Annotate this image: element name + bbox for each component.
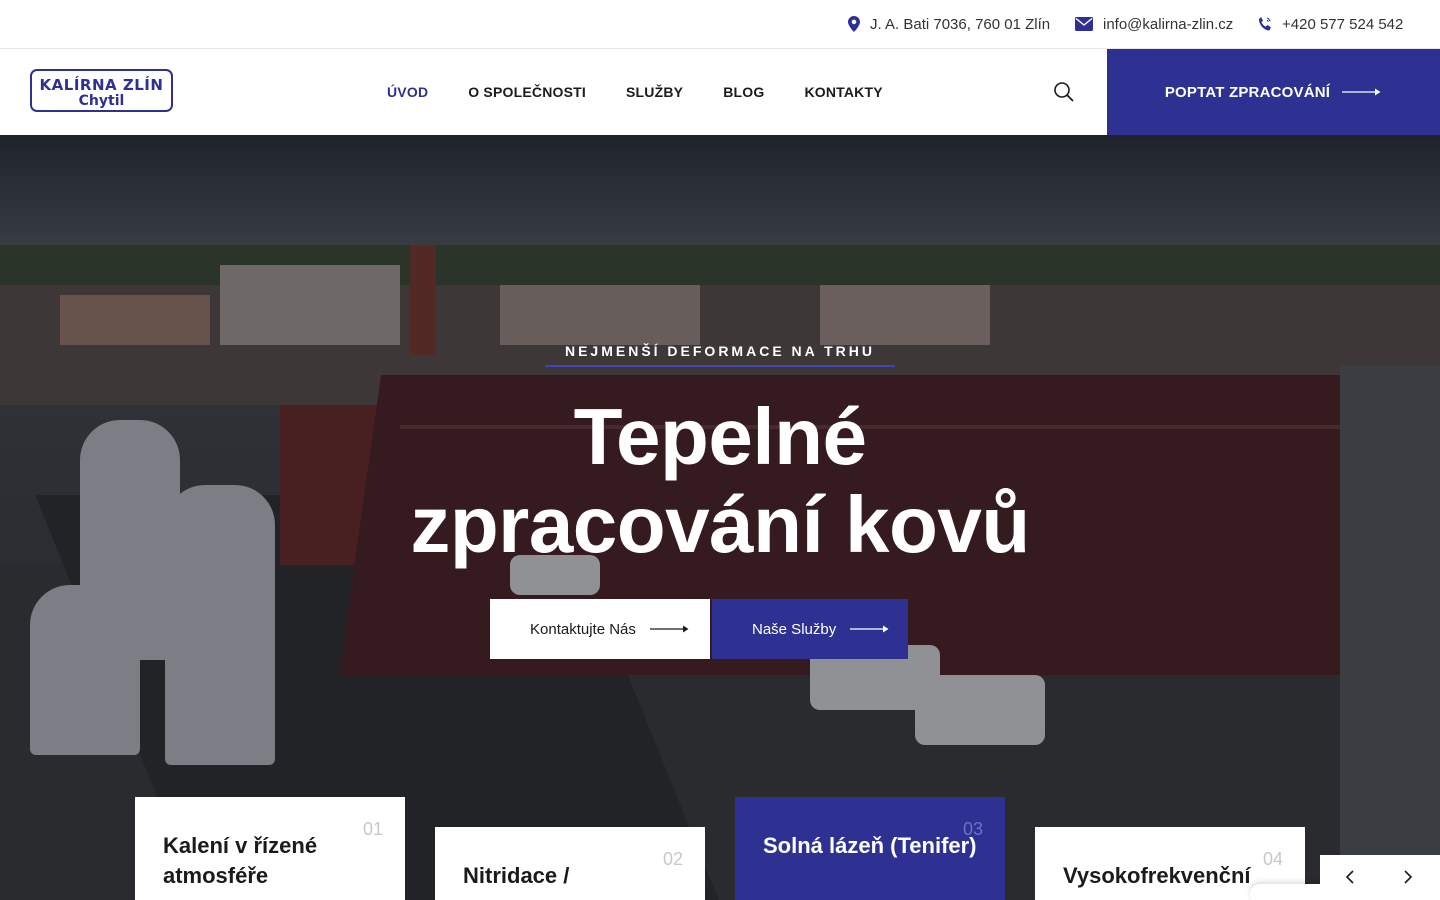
hero-eyebrow-underline — [545, 365, 895, 367]
nav-item-blog[interactable]: BLOG — [723, 84, 764, 100]
logo-line-1: KALÍRNA ZLÍN — [39, 76, 164, 94]
service-card-title: Kalení v řízené atmosféře — [163, 797, 377, 891]
hero-eyebrow: NEJMENŠÍ DEFORMACE NA TRHU — [564, 343, 876, 359]
request-processing-button[interactable]: POPTAT ZPRACOVÁNÍ — [1107, 49, 1440, 135]
service-card-2[interactable]: 02 Nitridace / — [435, 827, 705, 900]
search-icon[interactable] — [1053, 81, 1075, 103]
phone-link[interactable]: +420 577 524 542 — [1282, 16, 1403, 33]
service-card-title: Vysokofrekvenční — [1063, 863, 1251, 888]
phone-contact[interactable]: +420 577 524 542 — [1258, 0, 1403, 48]
service-card-title: Solná lázeň (Tenifer) — [763, 833, 977, 858]
hero-title-line-2: zpracování kovů — [410, 480, 1030, 569]
nav-item-kontakty[interactable]: KONTAKTY — [804, 84, 882, 100]
email-contact[interactable]: info@kalirna-zlin.cz — [1075, 0, 1233, 48]
hero-title: Tepelné zpracování kovů — [340, 393, 1100, 569]
email-link[interactable]: info@kalirna-zlin.cz — [1103, 16, 1233, 33]
top-contact-bar: J. A. Bati 7036, 760 01 Zlín info@kalirn… — [0, 0, 1440, 49]
address-text: J. A. Bati 7036, 760 01 Zlín — [870, 15, 1051, 33]
main-header: KALÍRNA ZLÍN Chytil ÚVOD O SPOLEČNOSTI S… — [0, 49, 1440, 135]
service-card-number: 01 — [362, 819, 383, 839]
nav-item-uvod[interactable]: ÚVOD — [387, 84, 428, 100]
service-card-3[interactable]: 03 Solná lázeň (Tenifer) — [735, 797, 1005, 900]
hero-title-line-1: Tepelné — [573, 392, 867, 481]
logo-line-2: Chytil — [78, 93, 125, 109]
arrow-right-icon — [850, 625, 889, 633]
site-logo[interactable]: KALÍRNA ZLÍN Chytil — [30, 69, 173, 112]
our-services-label: Naše Služby — [752, 620, 837, 638]
main-navigation: ÚVOD O SPOLEČNOSTI SLUŽBY BLOG KONTAKTY — [387, 49, 923, 135]
service-card-number: 02 — [662, 849, 683, 869]
chevron-left-icon[interactable] — [1344, 869, 1356, 885]
service-card-title-line-1: Kalení v řízené — [163, 833, 318, 858]
arrow-right-icon — [1342, 88, 1381, 96]
service-card-title-line-2: atmosféře — [163, 863, 269, 888]
service-card-title: Nitridace / — [463, 863, 570, 888]
service-card-number: 04 — [1262, 849, 1283, 869]
cta-label: POPTAT ZPRACOVÁNÍ — [1164, 83, 1331, 101]
hero-section: NEJMENŠÍ DEFORMACE NA TRHU Tepelné zprac… — [0, 135, 1440, 900]
arrow-right-icon — [649, 625, 689, 633]
nav-item-o-spolecnosti[interactable]: O SPOLEČNOSTI — [468, 84, 586, 100]
phone-icon — [1258, 17, 1271, 31]
contact-us-label: Kontaktujte Nás — [530, 620, 636, 638]
address-contact: J. A. Bati 7036, 760 01 Zlín — [848, 0, 1050, 48]
our-services-button[interactable]: Naše Služby — [712, 599, 908, 659]
nav-item-sluzby[interactable]: SLUŽBY — [626, 84, 683, 100]
service-card-number: 03 — [962, 819, 983, 839]
location-pin-icon — [848, 16, 860, 32]
service-card-1[interactable]: 01 Kalení v řízené atmosféře — [135, 797, 405, 900]
envelope-icon — [1075, 17, 1093, 31]
services-slider-nav — [1320, 855, 1440, 900]
contact-us-button[interactable]: Kontaktujte Nás — [490, 599, 710, 659]
chevron-right-icon[interactable] — [1402, 869, 1414, 885]
